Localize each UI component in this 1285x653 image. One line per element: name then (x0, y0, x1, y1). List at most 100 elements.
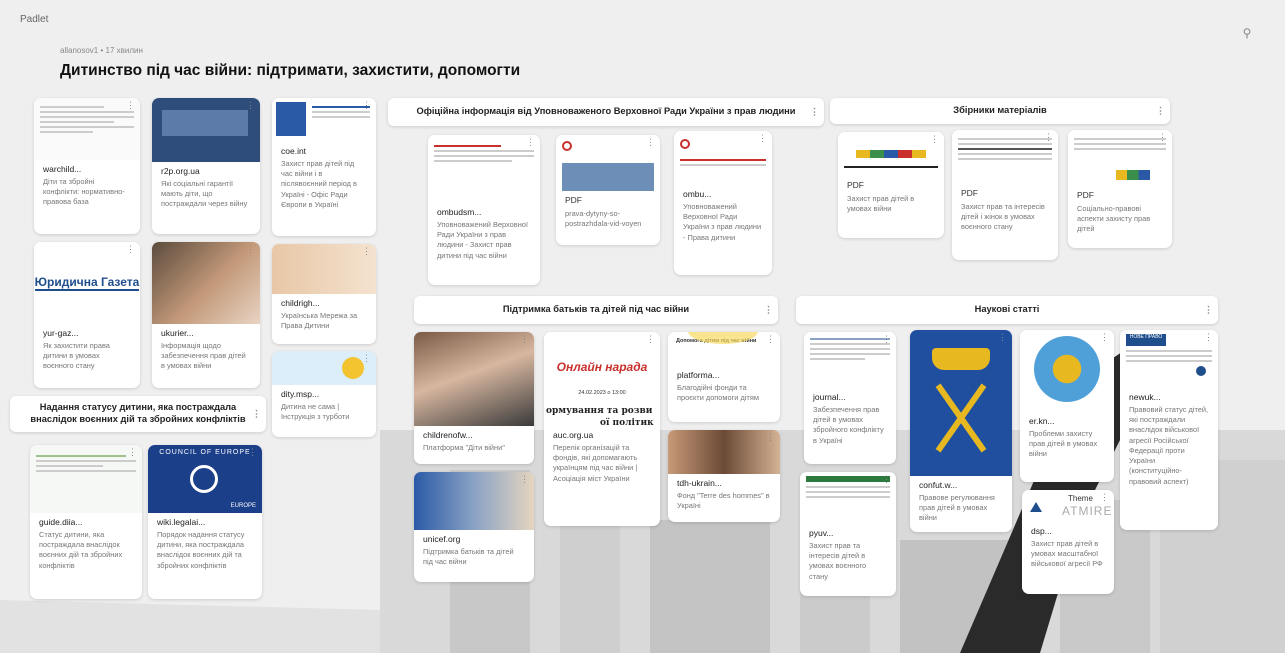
post-source: ombudsm... (437, 207, 482, 217)
pdf-badge: PDF (961, 188, 978, 198)
post-menu-icon[interactable]: ⋮ (1158, 133, 1167, 142)
board-author: allanosov1 • 17 хвилин (60, 46, 143, 55)
post-card[interactable]: ⋮ childrigh... Українська Мережа за Прав… (272, 244, 376, 344)
post-card[interactable]: ⋮ journal... Забезпечення прав дітей в у… (804, 332, 896, 464)
post-menu-icon[interactable]: ⋮ (1100, 333, 1109, 342)
post-card[interactable]: ⋮ PDF Захист прав дітей в умовах війни (838, 132, 944, 238)
post-menu-icon[interactable]: ⋮ (882, 475, 891, 484)
post-description: Як захистити права дитини в умовах воєнн… (43, 341, 110, 371)
section-header-scientific[interactable]: Наукові статті ⋮ (796, 296, 1218, 324)
post-card[interactable]: ⋮ r2p.org.ua Які соціальні гарантії мают… (152, 98, 260, 234)
post-description: Українська Мережа за Права Дитини (281, 311, 358, 331)
post-source: newuk... (1129, 392, 1161, 402)
post-menu-icon[interactable]: ⋮ (882, 335, 891, 344)
post-menu-icon[interactable]: ⋮ (930, 135, 939, 144)
post-source: platforma... (677, 370, 720, 380)
section-menu-icon[interactable]: ⋮ (252, 409, 261, 419)
post-description: Уповноважений Верховної Ради України з п… (437, 220, 528, 260)
post-description: Перелік організацій та фондів, які допом… (553, 443, 638, 483)
post-thumbnail (152, 242, 260, 324)
post-card[interactable]: ⋮ coe.int Захист прав дітей під час війн… (272, 98, 376, 236)
post-card[interactable]: ⋮ Юридична Газета yur-gaz... Як захистит… (34, 242, 140, 388)
post-card[interactable]: ⋮ COUNCIL OF EUROPE EUROPE wiki.legalai.… (148, 445, 262, 599)
post-menu-icon[interactable]: ⋮ (246, 101, 255, 110)
search-button[interactable]: ⚲ (1232, 22, 1262, 44)
post-card[interactable]: ⋮ childrenofw... Платформа "Діти війни" (414, 332, 534, 464)
post-menu-icon[interactable]: ⋮ (520, 335, 529, 344)
post-card[interactable]: ⋮ Theme ATMIRE dsp... Захист прав дітей … (1022, 490, 1114, 594)
post-menu-icon[interactable]: ⋮ (362, 247, 371, 256)
pdf-badge: PDF (847, 180, 864, 190)
post-description: Які соціальні гарантії мають діти, що по… (161, 179, 248, 209)
section-header-collections[interactable]: Збірники матеріалів ⋮ (830, 98, 1170, 124)
post-source: auc.org.ua (553, 430, 594, 440)
post-card[interactable]: ⋮ er.kn... Проблеми захисту прав дітей в… (1020, 330, 1114, 482)
post-menu-icon[interactable]: ⋮ (362, 354, 371, 363)
post-card[interactable]: ⋮ Онлайн нарада 24.02.2023 о 13:00 ормув… (544, 332, 660, 526)
post-description: prava-dytyny-so-postrazhdala-vid-voyen (565, 209, 642, 229)
post-source: childrenofw... (423, 430, 473, 440)
post-menu-icon[interactable]: ⋮ (246, 245, 255, 254)
post-menu-icon[interactable]: ⋮ (766, 433, 775, 442)
post-thumbnail: Юридична Газета (34, 242, 140, 324)
post-menu-icon[interactable]: ⋮ (126, 245, 135, 254)
post-menu-icon[interactable]: ⋮ (1204, 333, 1213, 342)
post-menu-icon[interactable]: ⋮ (1044, 133, 1053, 142)
post-menu-icon[interactable]: ⋮ (128, 448, 137, 457)
post-description: Захист прав дітей під час війни і в післ… (281, 159, 357, 209)
post-menu-icon[interactable]: ⋮ (520, 475, 529, 484)
post-card[interactable]: ⋮ PDF prava-dytyny-so-postrazhdala-vid-v… (556, 135, 660, 245)
post-menu-icon[interactable]: ⋮ (362, 101, 371, 110)
post-thumbnail (272, 98, 376, 142)
post-thumbnail (556, 135, 660, 193)
post-card[interactable]: ⋮ PDF Захист прав та інтересів дітей і ж… (952, 130, 1058, 260)
post-card[interactable]: ⋮ unicef.org Підтримка батьків та дітей … (414, 472, 534, 582)
post-menu-icon[interactable]: ⋮ (248, 448, 257, 457)
post-card[interactable]: ⋮ guide.diia... Статус дитини, яка постр… (30, 445, 142, 599)
section-header-status[interactable]: Надання статусу дитини, яка постраждала … (10, 396, 266, 432)
post-card[interactable]: ⋮ warchild... Діти та збройні конфлікти:… (34, 98, 140, 234)
post-thumbnail (1020, 330, 1114, 412)
post-description: Порядок надання статусу дитини, яка пост… (157, 530, 245, 570)
post-menu-icon[interactable]: ⋮ (758, 134, 767, 143)
section-menu-icon[interactable]: ⋮ (1204, 305, 1213, 315)
post-thumbnail: Онлайн нарада 24.02.2023 о 13:00 ормуван… (544, 332, 660, 426)
section-header-official[interactable]: Офіційна інформація від Уповноваженого В… (388, 98, 824, 126)
post-card[interactable]: ⋮ confut.w... Правове регулювання прав д… (910, 330, 1012, 532)
post-card[interactable]: ⋮ Допомога дітям під час війни platforma… (668, 332, 780, 422)
post-menu-icon[interactable]: ⋮ (766, 335, 775, 344)
post-card[interactable]: ⋮ PDF Соціально-правові аспекти захисту … (1068, 130, 1172, 248)
post-description: Благодійні фонди та проєкти допомоги діт… (677, 383, 759, 403)
section-menu-icon[interactable]: ⋮ (764, 305, 773, 315)
post-thumbnail (428, 135, 540, 203)
section-menu-icon[interactable]: ⋮ (1156, 106, 1165, 116)
post-description: Захист прав дітей в умовах війни (847, 194, 915, 214)
post-card[interactable]: ⋮ tdh-ukrain... Фонд "Terre des hommes" … (668, 430, 780, 522)
section-menu-icon[interactable]: ⋮ (810, 107, 819, 117)
pdf-badge: PDF (1077, 190, 1094, 200)
post-description: Проблеми захисту прав дітей в умовах вій… (1029, 429, 1098, 459)
section-header-support[interactable]: Підтримка батьків та дітей під час війни… (414, 296, 778, 324)
post-menu-icon[interactable]: ⋮ (646, 138, 655, 147)
post-menu-icon[interactable]: ⋮ (126, 101, 135, 110)
post-menu-icon[interactable]: ⋮ (998, 333, 1007, 342)
post-menu-icon[interactable]: ⋮ (646, 335, 655, 344)
post-source: warchild... (43, 164, 82, 174)
post-thumbnail (272, 351, 376, 385)
post-menu-icon[interactable]: ⋮ (526, 138, 535, 147)
post-thumbnail (272, 244, 376, 294)
post-description: Статус дитини, яка постраждала внаслідок… (39, 530, 123, 570)
search-icon: ⚲ (1242, 26, 1252, 40)
post-card[interactable]: ⋮ pyuv... Захист прав та інтересів дітей… (800, 472, 896, 596)
post-menu-icon[interactable]: ⋮ (1100, 493, 1109, 502)
post-card[interactable]: ⋮ ombudsm... Уповноважений Верховної Рад… (428, 135, 540, 285)
post-description: Платформа "Діти війни" (423, 443, 505, 452)
post-card[interactable]: ⋮ dity.msp... Дитина не сама | Інструкці… (272, 351, 376, 437)
padlet-logo[interactable]: Padlet (20, 14, 48, 25)
post-card[interactable]: ⋮ ombu... Уповноважений Верховної Ради У… (674, 131, 772, 275)
post-thumbnail (952, 130, 1058, 186)
post-source: wiki.legalai... (157, 517, 206, 527)
post-card[interactable]: ⋮ ukurier... Інформація щодо забезпеченн… (152, 242, 260, 388)
post-source: pyuv... (809, 528, 834, 538)
post-card[interactable]: ⋮ НОВЕ ПРАВО newuk... Правовий статус ді… (1120, 330, 1218, 530)
